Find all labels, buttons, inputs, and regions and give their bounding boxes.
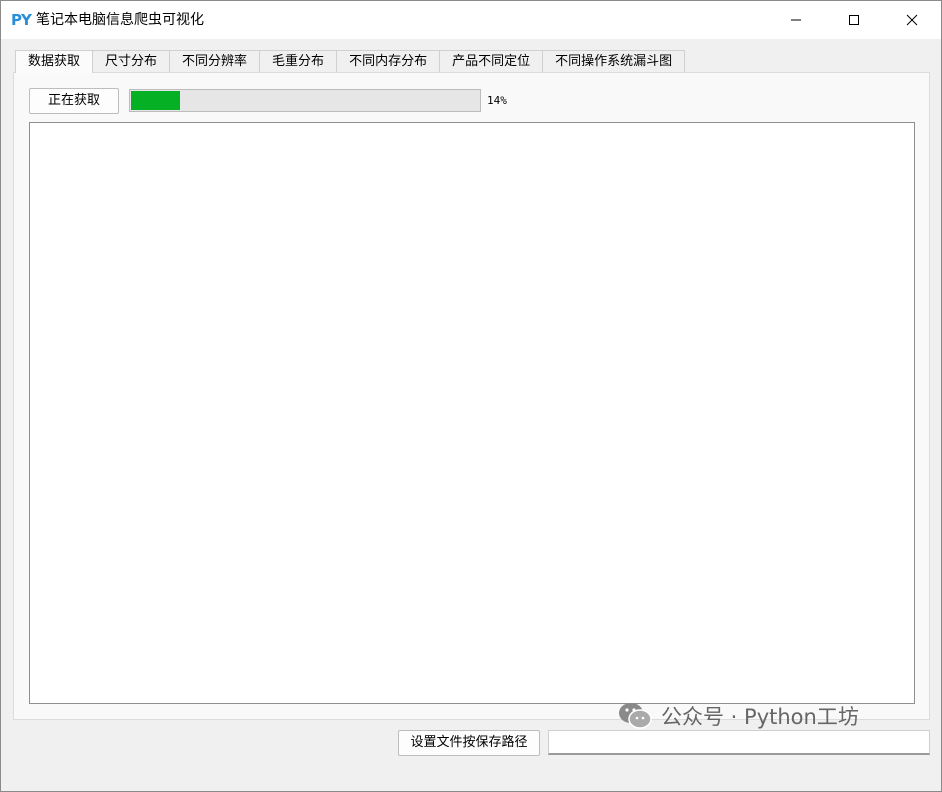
- log-text-area[interactable]: [29, 122, 915, 704]
- progress-bar: [129, 89, 481, 112]
- tab-resolution[interactable]: 不同分辨率: [169, 50, 261, 72]
- tab-memory-distribution[interactable]: 不同内存分布: [336, 50, 441, 72]
- close-icon: [906, 14, 918, 26]
- minimize-icon: [791, 19, 801, 21]
- progress-percent: 14%: [487, 94, 507, 107]
- tab-product-positioning[interactable]: 产品不同定位: [439, 50, 544, 72]
- tab-bar: 数据获取 尺寸分布 不同分辨率 毛重分布 不同内存分布 产品不同定位 不同操作系…: [15, 50, 686, 73]
- app-logo-icon: PY: [11, 11, 32, 29]
- progress-fill: [131, 91, 180, 110]
- minimize-button[interactable]: [767, 1, 825, 39]
- window-title: 笔记本电脑信息爬虫可视化: [36, 12, 204, 28]
- tab-pane-data-fetch: 正在获取 14%: [13, 72, 930, 720]
- maximize-icon: [849, 15, 859, 25]
- set-save-path-button[interactable]: 设置文件按保存路径: [398, 730, 540, 756]
- tab-size-distribution[interactable]: 尺寸分布: [92, 50, 171, 72]
- tab-data-fetch[interactable]: 数据获取: [15, 50, 94, 73]
- fetch-button[interactable]: 正在获取: [29, 88, 119, 114]
- close-button[interactable]: [883, 1, 941, 39]
- maximize-button[interactable]: [825, 1, 883, 39]
- client-area: 数据获取 尺寸分布 不同分辨率 毛重分布 不同内存分布 产品不同定位 不同操作系…: [1, 39, 941, 791]
- tab-gross-weight[interactable]: 毛重分布: [259, 50, 338, 72]
- tab-os-funnel[interactable]: 不同操作系统漏斗图: [542, 50, 686, 72]
- save-path-field[interactable]: [548, 730, 930, 755]
- app-window: PY 笔记本电脑信息爬虫可视化 数据获取 尺寸分布 不同分辨率 毛重分布 不同内…: [0, 0, 942, 792]
- title-bar[interactable]: PY 笔记本电脑信息爬虫可视化: [1, 1, 941, 39]
